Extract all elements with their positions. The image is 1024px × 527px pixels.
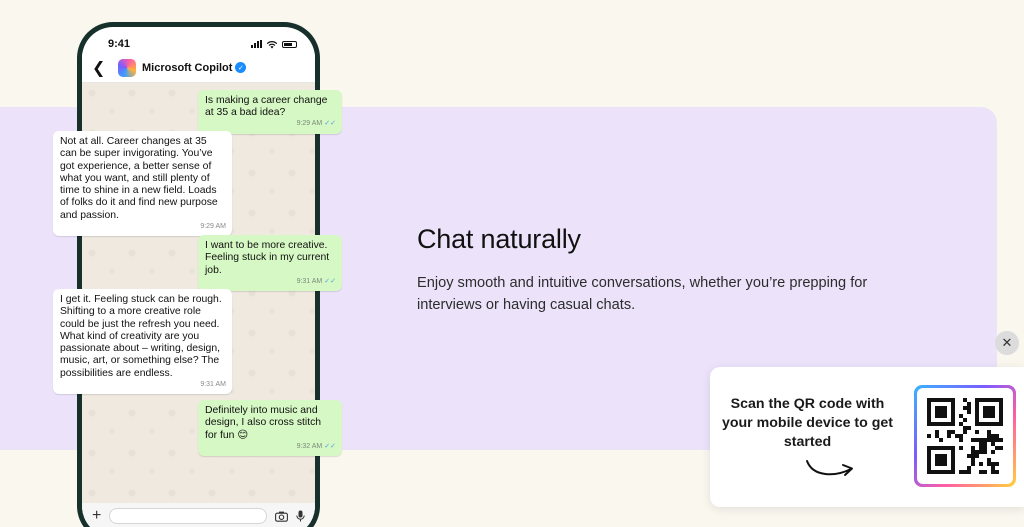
qr-card: Scan the QR code with your mobile device… [710,367,1024,507]
microphone-icon[interactable] [296,510,305,522]
message-bubble-out: I want to be more creative. Feeling stuc… [198,235,342,291]
wifi-icon [266,40,278,48]
message-text: Is making a career change at 35 a bad id… [205,95,328,119]
battery-icon [282,40,297,48]
message-time: 9:29 AM [200,222,226,230]
read-ticks-icon: ✓✓ [324,277,336,285]
message-input[interactable] [109,508,267,524]
verified-badge-icon: ✓ [235,62,247,73]
section-heading: Chat naturally [417,224,581,254]
message-text: Not at all. Career changes at 35 can be … [60,136,218,221]
message-time: 9:29 AM [296,120,323,128]
message-bubble-in: Not at all. Career changes at 35 can be … [53,131,232,237]
curved-arrow-icon [806,460,853,476]
qr-code-frame [914,385,1016,487]
message-text: I want to be more creative. Feeling stuc… [205,240,330,276]
message-text: Definitely into music and design, I also… [205,405,322,441]
message-bubble-out: Definitely into music and design, I also… [198,400,342,456]
status-bar: 9:41 [82,27,315,53]
message-bubble-in: I get it. Feeling stuck can be rough. Sh… [53,289,232,395]
message-time: 9:31 AM [200,380,226,388]
camera-icon[interactable] [275,511,288,522]
back-arrow-icon[interactable]: ❮ [92,58,112,78]
message-time: 9:31 AM [296,277,323,285]
qr-instruction-text: Scan the QR code with your mobile device… [721,396,894,450]
message-text: I get it. Feeling stuck can be rough. Sh… [60,294,222,379]
message-bubble-out: Is making a career change at 35 a bad id… [198,90,342,134]
read-ticks-icon: ✓✓ [324,442,336,450]
contact-name: Microsoft Copilot [142,61,233,74]
close-icon: ✕ [1001,335,1013,350]
message-input-bar: + [82,503,315,527]
close-button[interactable]: ✕ [995,331,1019,355]
copilot-logo-icon [118,58,136,77]
section-description: Enjoy smooth and intuitive conversations… [417,275,868,313]
message-time: 9:32 AM [296,442,323,450]
plus-icon[interactable]: + [92,507,101,525]
qr-code[interactable] [927,398,1003,474]
chat-header: ❮ Microsoft Copilot ✓ [82,53,315,83]
signal-icon [251,40,262,48]
status-time: 9:41 [108,38,131,50]
read-ticks-icon: ✓✓ [324,120,336,128]
